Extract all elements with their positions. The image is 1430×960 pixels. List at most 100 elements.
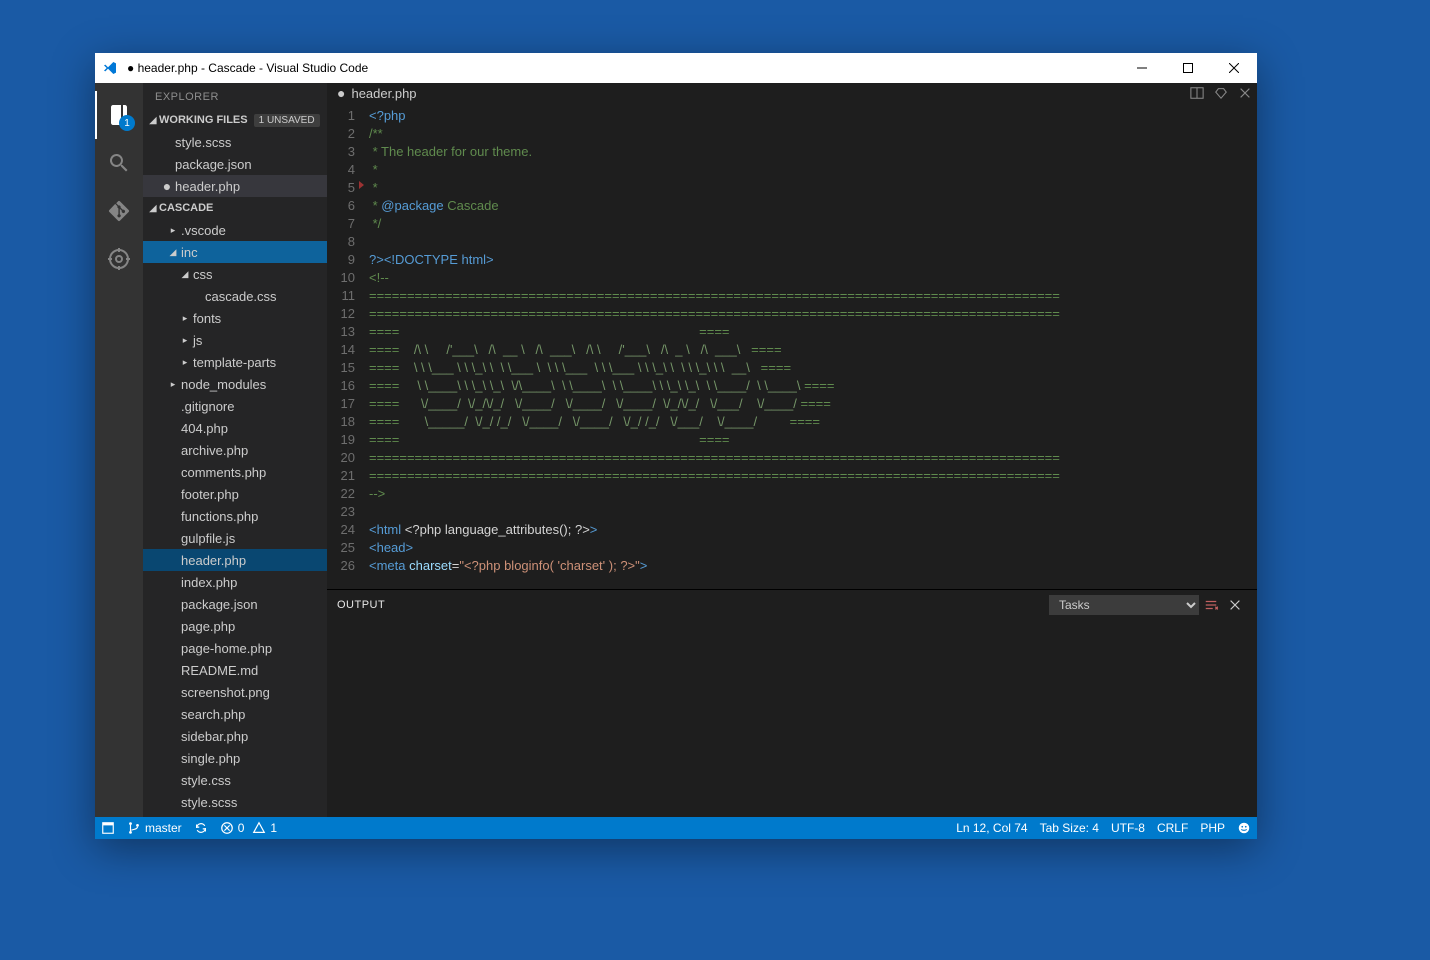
tree-item-label: template-parts [191, 355, 276, 370]
error-marker-icon [359, 181, 364, 189]
chevron-right-icon: ▸ [179, 335, 191, 346]
tree-item-label: README.md [179, 663, 258, 678]
working-file[interactable]: style.scss [143, 131, 327, 153]
chevron-down-icon: ◢ [147, 115, 159, 126]
tree-file[interactable]: index.php [143, 571, 327, 593]
tree-file[interactable]: page-home.php [143, 637, 327, 659]
status-problems[interactable]: 0 1 [214, 817, 283, 839]
tree-file[interactable]: gulpfile.js [143, 527, 327, 549]
tree-file[interactable]: style.scss [143, 791, 327, 813]
chevron-right-icon: ▸ [179, 357, 191, 368]
tree-folder[interactable]: ▸node_modules [143, 373, 327, 395]
tree-item-label: page.php [179, 619, 235, 634]
tree-file[interactable]: header.php [143, 549, 327, 571]
code-editor[interactable]: 1234567891011121314151617181920212223242… [327, 103, 1257, 589]
activity-search[interactable] [95, 139, 143, 187]
working-files-header[interactable]: ◢ WORKING FILES 1 UNSAVED [143, 109, 327, 131]
tree-file[interactable]: .gitignore [143, 395, 327, 417]
tree-file[interactable]: README.md [143, 659, 327, 681]
tree-item-label: package.json [179, 597, 258, 612]
status-window-button[interactable] [95, 817, 121, 839]
tree-item-label: 404.php [179, 421, 228, 436]
dirty-dot-icon: ● [161, 181, 173, 191]
tree-file[interactable]: cascade.css [143, 285, 327, 307]
app-window: ● header.php - Cascade - Visual Studio C… [95, 53, 1257, 839]
tree-file[interactable]: page.php [143, 615, 327, 637]
line-numbers: 1234567891011121314151617181920212223242… [327, 103, 369, 589]
status-cursor-position[interactable]: Ln 12, Col 74 [950, 817, 1033, 839]
status-language[interactable]: PHP [1194, 817, 1231, 839]
activity-git[interactable] [95, 187, 143, 235]
file-name: package.json [173, 157, 252, 172]
tree-file[interactable]: footer.php [143, 483, 327, 505]
sidebar: EXPLORER ◢ WORKING FILES 1 UNSAVED style… [143, 83, 327, 817]
editor-tab-name[interactable]: header.php [351, 86, 416, 101]
editor-tabs: ● header.php [327, 83, 1257, 103]
project-header[interactable]: ◢ CASCADE [143, 197, 327, 219]
tree-item-label: page-home.php [179, 641, 272, 656]
tree-item-label: index.php [179, 575, 237, 590]
tree-folder[interactable]: ◢inc [143, 241, 327, 263]
window-minimize-button[interactable] [1119, 53, 1165, 83]
explorer-badge: 1 [119, 115, 135, 131]
sidebar-title: EXPLORER [143, 83, 327, 109]
tree-item-label: js [191, 333, 202, 348]
tree-item-label: inc [179, 245, 198, 260]
status-feedback-button[interactable] [1231, 817, 1257, 839]
close-panel-button[interactable] [1223, 598, 1247, 612]
tree-folder[interactable]: ◢css [143, 263, 327, 285]
tree-file[interactable]: functions.php [143, 505, 327, 527]
tree-folder[interactable]: ▸fonts [143, 307, 327, 329]
tree-file[interactable]: screenshot.png [143, 681, 327, 703]
status-encoding[interactable]: UTF-8 [1105, 817, 1151, 839]
vs-logo-icon [95, 60, 125, 76]
tree-item-label: header.php [179, 553, 246, 568]
activity-explorer[interactable]: 1 [95, 91, 143, 139]
tree-file[interactable]: style.css [143, 769, 327, 791]
chevron-down-icon: ◢ [147, 203, 159, 214]
status-bar: master 0 1 Ln 12, Col 74 Tab Size: 4 UTF… [95, 817, 1257, 839]
chevron-right-icon: ▸ [179, 313, 191, 324]
tree-item-label: cascade.css [203, 289, 277, 304]
tree-file[interactable]: search.php [143, 703, 327, 725]
chevron-right-icon: ▸ [167, 379, 179, 390]
tree-item-label: footer.php [179, 487, 239, 502]
tree-item-label: style.scss [179, 795, 237, 810]
tree-item-label: search.php [179, 707, 245, 722]
tree-item-label: .vscode [179, 223, 226, 238]
activity-bar: 1 [95, 83, 143, 817]
tree-file[interactable]: single.php [143, 747, 327, 769]
tree-item-label: fonts [191, 311, 221, 326]
window-title: ● header.php - Cascade - Visual Studio C… [125, 61, 1119, 75]
panel-label[interactable]: OUTPUT [337, 599, 385, 611]
tree-item-label: css [191, 267, 213, 282]
tree-item-label: .gitignore [179, 399, 234, 414]
output-channel-select[interactable]: Tasks [1049, 595, 1199, 615]
tree-folder[interactable]: ▸.vscode [143, 219, 327, 241]
tree-file[interactable]: 404.php [143, 417, 327, 439]
working-file[interactable]: ●header.php [143, 175, 327, 197]
status-git-branch[interactable]: master [121, 817, 188, 839]
activity-debug[interactable] [95, 235, 143, 283]
status-sync-button[interactable] [188, 817, 214, 839]
unsaved-badge: 1 UNSAVED [254, 114, 320, 127]
tree-file[interactable]: comments.php [143, 461, 327, 483]
tree-folder[interactable]: ▸template-parts [143, 351, 327, 373]
chevron-right-icon: ▸ [167, 225, 179, 236]
tree-file[interactable]: sidebar.php [143, 725, 327, 747]
working-files-label: WORKING FILES [159, 114, 248, 126]
clear-output-button[interactable] [1199, 598, 1223, 612]
status-eol[interactable]: CRLF [1151, 817, 1194, 839]
tree-file[interactable]: archive.php [143, 439, 327, 461]
working-file[interactable]: package.json [143, 153, 327, 175]
file-name: style.scss [173, 135, 231, 150]
tree-item-label: sidebar.php [179, 729, 248, 744]
tree-file[interactable]: package.json [143, 593, 327, 615]
tree-item-label: single.php [179, 751, 240, 766]
tree-item-label: comments.php [179, 465, 266, 480]
tree-folder[interactable]: ▸js [143, 329, 327, 351]
status-tab-size[interactable]: Tab Size: 4 [1034, 817, 1105, 839]
titlebar[interactable]: ● header.php - Cascade - Visual Studio C… [95, 53, 1257, 83]
tree-item-label: archive.php [179, 443, 248, 458]
dirty-indicator-icon: ● [337, 85, 351, 101]
